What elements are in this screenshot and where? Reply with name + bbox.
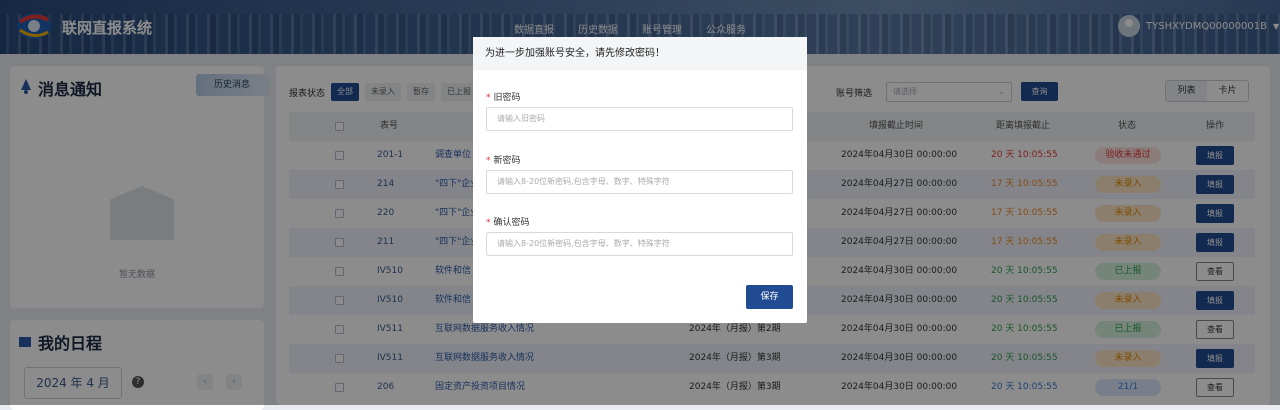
required-mark: *	[486, 218, 491, 228]
required-mark: *	[486, 93, 491, 103]
required-mark: *	[486, 156, 491, 166]
new-password-input[interactable]: 请输入8-20位新密码,包含字母、数字、特殊字符	[486, 170, 793, 194]
confirm-password-label: * 确认密码	[486, 218, 530, 228]
change-password-dialog: 为进一步加强账号安全，请先修改密码！ * 旧密码 请输入旧密码 * 新密码 请输入8…	[473, 37, 807, 323]
new-password-label: * 新密码	[486, 156, 521, 166]
save-button[interactable]: 保存	[746, 285, 793, 309]
confirm-password-input[interactable]: 请输入8-20位新密码,包含字母、数字、特殊字符	[486, 232, 793, 256]
old-password-input[interactable]: 请输入旧密码	[486, 107, 793, 131]
old-password-label: * 旧密码	[486, 93, 521, 103]
dialog-title: 为进一步加强账号安全，请先修改密码！	[473, 37, 807, 70]
